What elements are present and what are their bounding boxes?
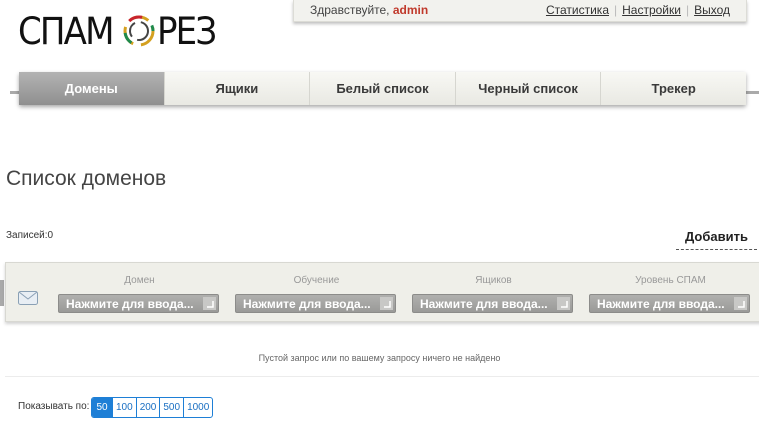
resize-corner-icon [557,297,570,310]
page-size-option-500[interactable]: 500 [160,398,185,417]
user-panel: Здравствуйте, admin Статистика | Настройки… [293,0,747,22]
page-size-option-200[interactable]: 200 [137,398,161,417]
filter-panel: Домен Обучение Ящиков Уровень СПАМ Нажми… [5,262,759,322]
page-title: Список доменов [6,167,167,190]
resize-corner-icon [380,297,393,310]
page-size-option-100[interactable]: 100 [113,398,137,417]
mail-icon[interactable] [18,291,38,305]
page-size-option-50[interactable]: 50 [92,398,113,417]
tab-whitelist[interactable]: Белый список [310,72,456,105]
filter-placeholder: Нажмите для ввода... [597,297,725,311]
tab-domains[interactable]: Домены [19,72,165,105]
greeting-text: Здравствуйте, [310,3,390,17]
filter-input-mailboxes[interactable]: Нажмите для ввода... [412,294,573,313]
column-header-mailboxes: Ящиков [475,275,512,286]
records-count: Записей:0 [6,230,54,241]
page-size-label: Показывать по: [18,401,90,412]
logo-text-part2: РЕЗ [156,9,217,53]
filter-placeholder: Нажмите для ввода... [66,297,194,311]
filter-placeholder: Нажмите для ввода... [243,297,371,311]
filter-input-spam-level[interactable]: Нажмите для ввода... [589,294,750,313]
tab-blacklist[interactable]: Черный список [455,72,602,105]
filter-placeholder: Нажмите для ввода... [420,297,548,311]
main-nav: Домены Ящики Белый список Черный список … [19,72,746,105]
filter-input-domain[interactable]: Нажмите для ввода... [58,294,219,313]
logout-link[interactable]: Выход [694,3,730,17]
column-header-spam-level: Уровень СПАМ [635,275,706,286]
resize-corner-icon [203,297,216,310]
filter-edge-mark [0,280,4,306]
logo-text-part1: СПАМ [18,9,115,53]
add-button[interactable]: Добавить [676,228,757,250]
tab-tracker[interactable]: Трекер [601,72,746,105]
divider [5,376,759,377]
filter-input-training[interactable]: Нажмите для ввода... [235,294,396,313]
tab-mailboxes[interactable]: Ящики [164,72,311,105]
empty-result-text: Пустой запрос или по вашему запросу ниче… [258,353,501,363]
column-header-domain: Домен [124,275,155,286]
logo-ring-icon [123,15,155,47]
statistics-link[interactable]: Статистика [546,3,609,17]
page-size-option-1000[interactable]: 1000 [184,398,212,417]
username: admin [392,3,429,17]
settings-link[interactable]: Настройки [622,3,681,17]
logo[interactable]: СПАМ РЕЗ [18,10,220,52]
page-size-selector: 50 100 200 500 1000 [91,397,214,418]
resize-corner-icon [734,297,747,310]
column-header-training: Обучение [293,275,340,286]
greeting: Здравствуйте, admin [310,3,428,17]
user-links: Статистика | Настройки | Выход [545,3,730,17]
